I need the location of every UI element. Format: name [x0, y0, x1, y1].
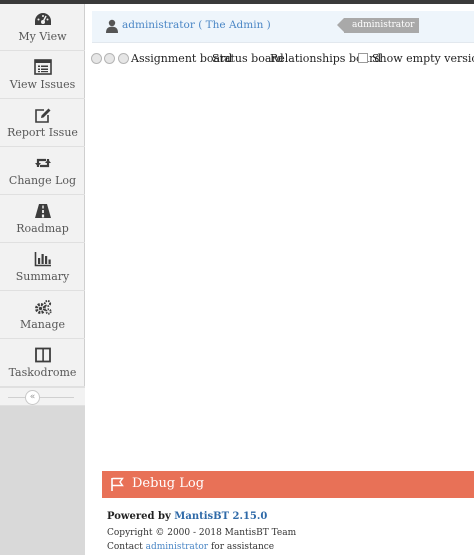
flag-icon [111, 477, 124, 491]
contact-admin-link[interactable]: administrator [146, 542, 208, 552]
sidebar-collapse-button[interactable]: « [25, 390, 40, 405]
sidebar-item-report-issue[interactable]: Report Issue [0, 100, 85, 147]
sidebar-item-taskodrome[interactable]: Taskodrome [0, 340, 85, 387]
sidebar-item-manage[interactable]: Manage [0, 292, 85, 339]
list-icon [33, 59, 52, 75]
divider [8, 397, 74, 398]
sidebar-item-label: View Issues [9, 78, 76, 91]
sidebar-item-view-issues[interactable]: View Issues [0, 52, 85, 99]
sidebar-item-my-view[interactable]: My View [0, 4, 85, 51]
show-empty-versions-checkbox[interactable] [358, 53, 368, 63]
sidebar-item-roadmap[interactable]: Roadmap [0, 196, 85, 243]
role-tag: administrator [336, 18, 420, 33]
retweet-icon [34, 158, 51, 168]
board-radio-1[interactable] [91, 53, 102, 64]
sidebar-item-change-log[interactable]: Change Log [0, 148, 85, 195]
debug-log-header[interactable]: Debug Log [102, 471, 474, 498]
board-radio-3[interactable] [118, 53, 129, 64]
sidebar-item-label: Report Issue [7, 126, 78, 139]
show-empty-versions-label[interactable]: Show empty versions [372, 52, 474, 65]
user-link[interactable]: administrator ( The Admin ) [122, 19, 271, 31]
sidebar-filler [0, 406, 85, 555]
sidebar-item-label: Taskodrome [8, 366, 77, 379]
powered-by-label: Powered by [107, 511, 171, 522]
bar-chart-icon [34, 252, 51, 267]
mantisbt-link[interactable]: MantisBT 2.15.0 [174, 511, 267, 522]
sidebar-item-summary[interactable]: Summary [0, 244, 85, 291]
sidebar: My View View Issues Report Issue Change … [0, 4, 85, 555]
road-icon [34, 204, 51, 218]
debug-log-title: Debug Log [132, 476, 205, 491]
contact-prefix: Contact [107, 542, 143, 552]
contact-line: Contact administrator for assistance [107, 542, 274, 552]
edit-icon [34, 108, 50, 123]
sidebar-item-label: My View [18, 30, 67, 43]
breadcrumb: administrator ( The Admin ) administrato… [92, 11, 474, 43]
board-radio-2[interactable] [104, 53, 115, 64]
columns-icon [34, 347, 51, 363]
sidebar-item-label: Summary [15, 270, 70, 283]
gears-icon [34, 299, 52, 315]
user-icon [106, 19, 118, 33]
sidebar-item-label: Roadmap [16, 222, 69, 235]
dashboard-icon [34, 13, 51, 25]
contact-suffix: for assistance [210, 542, 275, 552]
sidebar-collapse-bar: « [0, 387, 85, 406]
copyright: Copyright © 2000 - 2018 MantisBT Team [107, 528, 297, 538]
sidebar-item-label: Change Log [8, 174, 77, 187]
powered-by: Powered by MantisBT 2.15.0 [107, 511, 267, 522]
sidebar-item-label: Manage [19, 318, 65, 331]
